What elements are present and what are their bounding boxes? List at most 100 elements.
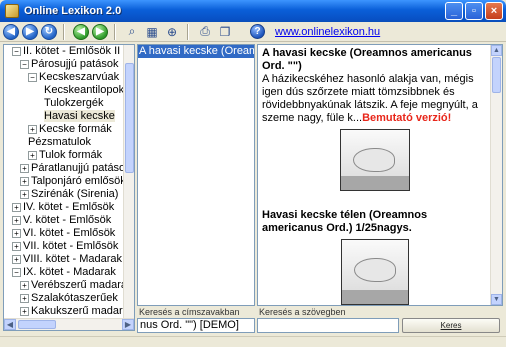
search-button[interactable]: Keres [402, 318, 500, 333]
search-icon[interactable]: ⌕ [123, 24, 141, 40]
scrollbar-thumb[interactable] [125, 63, 134, 173]
expand-icon[interactable]: + [20, 190, 29, 199]
expand-icon[interactable]: + [28, 125, 37, 134]
tree-item[interactable]: + Kakukszerű madarak [4, 305, 124, 318]
expand-icon[interactable]: + [12, 216, 21, 225]
tree-item-label: Verébszerű madarak [31, 279, 124, 291]
article-body: A házikecskéhez hasonló alakja van, mégi… [262, 73, 488, 125]
copy-icon[interactable]: ❐ [216, 24, 234, 40]
tree-item-label: Kecskeantilopok [44, 84, 124, 96]
status-bar [0, 336, 506, 347]
tree-item-label: Szalakótaszerűek [31, 292, 118, 304]
tree-item[interactable]: Pézsmatulok [4, 136, 124, 149]
article-view: A havasi kecske (Oreamnos americanus Ord… [257, 44, 503, 306]
tree-item-label: Páratlanujjú patások [31, 162, 124, 174]
scrollbar-thumb[interactable] [492, 57, 501, 93]
entry-list[interactable]: A havasi kecske (Oreamnos americanus Ord… [137, 44, 255, 306]
list-item[interactable]: A havasi kecske (Oreamnos americanus Ord… [138, 45, 254, 58]
tree-item-label: Tulok formák [39, 149, 103, 161]
collapse-icon[interactable]: − [12, 47, 21, 56]
close-button[interactable]: × [485, 2, 503, 20]
expand-icon[interactable]: + [20, 164, 29, 173]
expand-icon[interactable]: + [12, 203, 21, 212]
tree-item-label: Kecske formák [39, 123, 112, 135]
expand-icon[interactable]: + [12, 229, 21, 238]
tree-item[interactable]: + V. kötet - Emlősök [4, 214, 124, 227]
image-ground [341, 176, 409, 190]
scroll-down-icon[interactable]: ▼ [491, 294, 502, 305]
refresh-icon[interactable]: ↻ [41, 23, 57, 40]
toolbar-separator [114, 23, 115, 40]
mountain-goat-image [353, 148, 395, 172]
expand-icon[interactable]: + [12, 255, 21, 264]
tree-item[interactable]: + Páratlanujjú patások [4, 162, 124, 175]
title-search-input[interactable]: nus Ord. "") [DEMO] [137, 318, 255, 333]
demo-notice: Bemutató verzió! [362, 112, 452, 124]
tree-item[interactable]: + IV. kötet - Emlősök [4, 201, 124, 214]
collapse-icon[interactable]: − [12, 268, 21, 277]
scroll-right-icon[interactable]: ▶ [122, 319, 134, 330]
tree-item-label: Tulokzergék [44, 97, 104, 109]
expand-icon[interactable]: + [20, 177, 29, 186]
collapse-icon[interactable]: − [28, 73, 37, 82]
tree-item[interactable]: + VIII. kötet - Madarak [4, 253, 124, 266]
tree-item[interactable]: − II. kötet - Emlősök II [4, 45, 124, 58]
tree-item-label: Párosujjú patások [31, 58, 119, 70]
tree-items: − II. kötet - Emlősök II − Párosujjú patáso… [4, 45, 124, 330]
expand-icon[interactable]: + [12, 242, 21, 251]
previous-icon[interactable]: ◀ [73, 23, 89, 40]
website-link[interactable]: www.onlinelexikon.hu [275, 26, 380, 38]
tree-item[interactable]: + Talponjáró emlősök [4, 175, 124, 188]
window-titlebar[interactable]: Online Lexikon 2.0 _ ▫ × [0, 0, 506, 22]
tree-item[interactable]: + Szalakótaszerűek [4, 292, 124, 305]
next-icon[interactable]: ▶ [92, 23, 108, 40]
print-icon[interactable]: ⎙ [196, 24, 214, 40]
toolbar-separator [63, 23, 64, 40]
tree-item[interactable]: Tulokzergék [4, 97, 124, 110]
collapse-icon[interactable]: − [20, 60, 29, 69]
image-ground [342, 290, 408, 304]
scrollbar-thumb[interactable] [18, 320, 56, 329]
article-content: A havasi kecske (Oreamnos americanus Ord… [262, 47, 488, 305]
text-search-input[interactable] [257, 318, 399, 333]
tree-horizontal-scrollbar[interactable]: ◀ ▶ [4, 318, 134, 330]
tree-item[interactable]: − IX. kötet - Madarak [4, 266, 124, 279]
tree-item[interactable]: Havasi kecske [4, 110, 124, 123]
tree-item[interactable]: Kecskeantilopok [4, 84, 124, 97]
minimize-button[interactable]: _ [445, 2, 463, 20]
back-icon[interactable]: ◀ [3, 23, 19, 40]
tree-item-label: IX. kötet - Madarak [23, 266, 116, 278]
tree-item[interactable]: + Szirénák (Sirenia) [4, 188, 124, 201]
tree-item-label: VII. kötet - Emlősök [23, 240, 119, 252]
tree-vertical-scrollbar[interactable] [123, 45, 134, 320]
tree-item[interactable]: + VII. kötet - Emlősök [4, 240, 124, 253]
tree-item-label: Kecskeszarvúak [39, 71, 120, 83]
tree-item[interactable]: − Párosujjú patások [4, 58, 124, 71]
tree-item-label: Talponjáró emlősök [31, 175, 124, 187]
expand-icon[interactable]: + [20, 281, 29, 290]
mountain-goat-image [354, 258, 396, 282]
tree-item-label: Szirénák (Sirenia) [31, 188, 119, 200]
help-icon[interactable]: ? [250, 24, 265, 39]
tree-item[interactable]: + Verébszerű madarak [4, 279, 124, 292]
tree-item[interactable]: − Kecskeszarvúak [4, 71, 124, 84]
forward-icon[interactable]: ▶ [22, 23, 38, 40]
expand-icon[interactable]: + [20, 294, 29, 303]
toolbar-separator [187, 23, 188, 40]
zoom-icon[interactable]: ⊕ [163, 24, 181, 40]
article-vertical-scrollbar[interactable]: ▲ ▼ [490, 45, 502, 305]
text-search-label: Keresés a szövegben [259, 307, 346, 317]
maximize-button[interactable]: ▫ [465, 2, 483, 20]
expand-icon[interactable]: + [28, 151, 37, 160]
scroll-left-icon[interactable]: ◀ [4, 319, 16, 330]
category-tree[interactable]: − II. kötet - Emlősök II − Párosujjú patáso… [3, 44, 135, 331]
tree-item[interactable]: + VI. kötet - Emlősök [4, 227, 124, 240]
scroll-up-icon[interactable]: ▲ [491, 45, 502, 56]
expand-icon[interactable]: + [20, 307, 29, 316]
toolbar: ◀ ▶ ↻ ◀ ▶ ⌕ ▦ ⊕ ⎙ ❐ ? www.onlinelexikon.… [0, 22, 506, 42]
tree-item[interactable]: + Kecske formák [4, 123, 124, 136]
article-title: A havasi kecske (Oreamnos americanus Ord… [262, 47, 472, 72]
view-icon[interactable]: ▦ [143, 24, 161, 40]
tree-item[interactable]: + Tulok formák [4, 149, 124, 162]
tree-item-label: II. kötet - Emlősök II [23, 45, 121, 57]
